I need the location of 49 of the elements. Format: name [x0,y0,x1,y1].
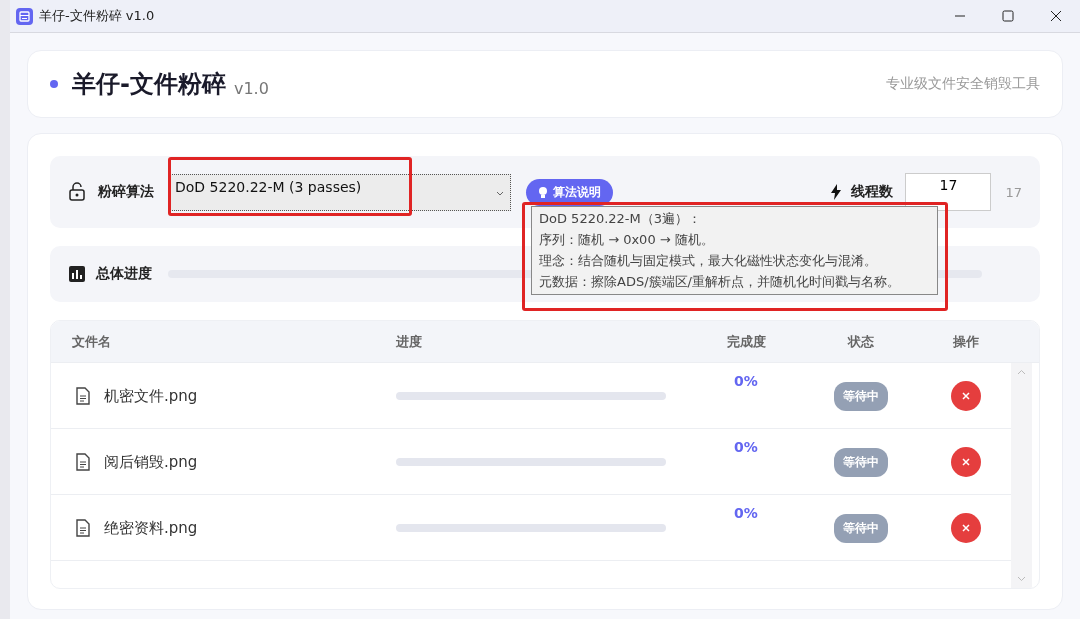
subtitle: 专业级文件安全销毁工具 [886,75,1040,93]
close-icon [962,392,970,400]
scrollbar[interactable] [1011,363,1032,588]
column-header: 完成度 [726,332,766,351]
column-header: 进度 [396,332,423,351]
threads-readout: 17 [1005,184,1022,200]
bar-chart-icon [68,265,86,283]
percent-text: 0% [734,439,758,455]
column-header: 操作 [953,332,979,351]
close-icon [962,458,970,466]
delete-button[interactable] [951,447,981,477]
close-icon [1050,10,1062,22]
tooltip-text: 理念：结合随机与固定模式，最大化磁性状态变化与混淆。 [539,252,878,270]
overall-progress-label: 总体进度 [96,265,152,283]
delete-button[interactable] [951,381,981,411]
caret-icon [496,190,504,197]
delete-button[interactable] [951,513,981,543]
app-title: 羊仔-文件粉碎 [72,69,226,100]
scroll-down-icon[interactable] [1017,576,1026,582]
lightbulb-icon [538,185,548,199]
lightning-icon [831,184,842,200]
app-icon [16,7,33,25]
version-label: v1.0 [233,78,270,98]
tooltip-text: 序列：随机 → 0x00 → 随机。 [539,231,715,249]
column-header: 状态 [848,332,874,351]
algorithm-select[interactable]: DoD 5220.22-M (3 passes) [168,173,511,211]
accent-dot [50,80,58,88]
percent-text: 0% [734,505,758,521]
file-name: 阅后销毁.png [104,452,198,472]
lock-icon [68,182,88,202]
column-header: 文件名 [71,332,112,351]
file-name: 绝密资料.png [104,518,198,538]
document-icon [76,453,90,471]
close-icon [962,524,970,532]
scroll-up-icon[interactable] [1017,369,1026,375]
threads-input[interactable]: 17 [905,173,992,211]
status-badge: 等待中 [834,447,888,477]
document-icon [76,387,90,405]
status-badge: 等待中 [834,513,888,543]
window-title: 羊仔-文件粉碎 v1.0 [39,7,156,25]
tooltip-text: 元数据：擦除ADS/簇端区/重解析点，并随机化时间戳与名称。 [539,273,901,291]
percent-text: 0% [734,373,758,389]
tooltip-text: DoD 5220.22-M（3遍）： [539,210,703,228]
document-icon [76,519,90,537]
file-name: 机密文件.png [104,386,198,406]
maximize-icon [1002,10,1014,22]
algorithm-label: 粉碎算法 [98,183,154,201]
status-badge: 等待中 [834,381,888,411]
threads-label: 线程数 [851,183,894,201]
